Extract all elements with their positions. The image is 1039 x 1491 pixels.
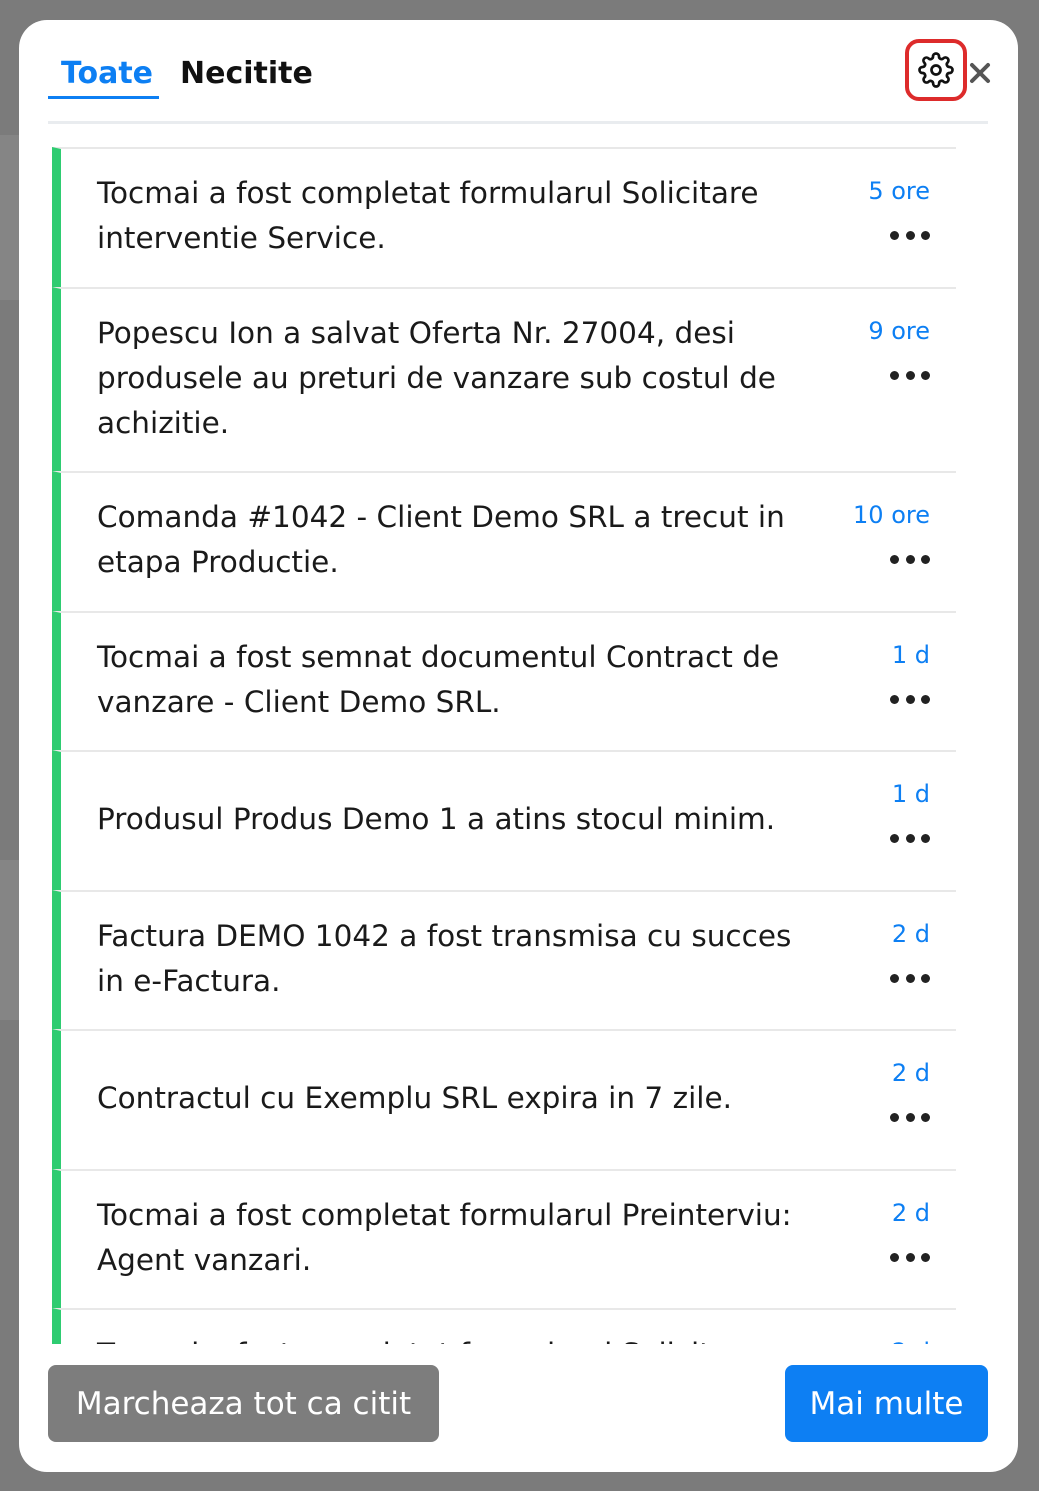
more-dot-icon bbox=[905, 1112, 915, 1122]
notification-time: 2 d bbox=[891, 1199, 930, 1227]
notification-text: Popescu Ion a salvat Oferta Nr. 27004, d… bbox=[97, 316, 776, 440]
more-dot-icon bbox=[905, 1252, 915, 1262]
more-dot-icon bbox=[890, 973, 899, 983]
gear-icon bbox=[918, 52, 954, 88]
more-options-button[interactable] bbox=[890, 227, 930, 243]
more-options-button[interactable] bbox=[890, 367, 930, 383]
notification-item[interactable]: Comanda #1042 - Client Demo SRL a trecut… bbox=[52, 471, 956, 611]
more-dot-icon bbox=[890, 1112, 899, 1122]
more-dot-icon bbox=[921, 973, 930, 983]
more-dot-icon bbox=[921, 1252, 930, 1262]
notification-text: Factura DEMO 1042 a fost transmisa cu su… bbox=[97, 919, 792, 998]
more-dot-icon bbox=[921, 370, 930, 380]
more-dot-icon bbox=[921, 833, 930, 843]
more-dot-icon bbox=[890, 370, 899, 380]
background-panel bbox=[0, 860, 20, 1020]
notification-item[interactable]: Popescu Ion a salvat Oferta Nr. 27004, d… bbox=[52, 287, 956, 471]
more-dot-icon bbox=[905, 370, 915, 380]
more-dot-icon bbox=[921, 230, 930, 240]
more-dot-icon bbox=[921, 1112, 930, 1122]
notifications-modal: Toate Necitite Tocmai a fost completat f… bbox=[19, 20, 1018, 1472]
more-dot-icon bbox=[905, 833, 915, 843]
mark-all-read-button[interactable]: Marcheaza tot ca citit bbox=[48, 1365, 439, 1442]
notification-text: Contractul cu Exemplu SRL expira in 7 zi… bbox=[97, 1081, 732, 1115]
notification-item[interactable]: Factura DEMO 1042 a fost transmisa cu su… bbox=[52, 890, 956, 1029]
more-dot-icon bbox=[890, 694, 899, 704]
notification-item[interactable]: Tocmai a fost completat formularul Solic… bbox=[52, 1308, 956, 1344]
more-dot-icon bbox=[890, 554, 899, 564]
notification-time: 5 ore bbox=[868, 177, 930, 205]
more-dot-icon bbox=[890, 833, 899, 843]
notification-text: Produsul Produs Demo 1 a atins stocul mi… bbox=[97, 802, 776, 836]
tab-unread[interactable]: Necitite bbox=[180, 56, 313, 91]
tab-all[interactable]: Toate bbox=[61, 56, 153, 91]
more-options-button[interactable] bbox=[890, 551, 930, 567]
notification-time: 1 d bbox=[891, 780, 930, 808]
notification-time: 2 d bbox=[892, 1338, 930, 1344]
settings-button[interactable] bbox=[905, 39, 967, 101]
tab-bar: Toate Necitite bbox=[48, 20, 988, 124]
notification-text: Comanda #1042 - Client Demo SRL a trecut… bbox=[97, 500, 785, 579]
more-dot-icon bbox=[905, 230, 915, 240]
notification-time: 10 ore bbox=[853, 501, 930, 529]
notification-text: Tocmai a fost completat formularul Solic… bbox=[97, 176, 759, 255]
active-tab-indicator bbox=[48, 96, 159, 99]
notification-time: 1 d bbox=[891, 641, 930, 669]
more-options-button[interactable] bbox=[890, 830, 930, 846]
notification-text: Tocmai a fost completat formularul Prein… bbox=[97, 1198, 792, 1277]
notification-text: Tocmai a fost completat formularul Solic… bbox=[97, 1332, 817, 1344]
more-dot-icon bbox=[905, 973, 915, 983]
more-dot-icon bbox=[905, 554, 915, 564]
more-dot-icon bbox=[921, 554, 930, 564]
notification-time: 2 d bbox=[891, 1059, 930, 1087]
more-options-button[interactable] bbox=[890, 970, 930, 986]
background-panel bbox=[0, 135, 20, 300]
more-dot-icon bbox=[905, 694, 915, 704]
more-options-button[interactable] bbox=[890, 1249, 930, 1265]
more-button[interactable]: Mai multe bbox=[785, 1365, 988, 1442]
more-dot-icon bbox=[921, 694, 930, 704]
close-icon bbox=[970, 63, 990, 83]
more-options-button[interactable] bbox=[890, 1109, 930, 1125]
notification-text: Tocmai a fost semnat documentul Contract… bbox=[97, 640, 780, 719]
more-dot-icon bbox=[890, 1252, 899, 1262]
notification-time: 2 d bbox=[891, 920, 930, 948]
close-button[interactable] bbox=[963, 56, 997, 90]
more-dot-icon bbox=[890, 230, 899, 240]
notification-item[interactable]: Tocmai a fost semnat documentul Contract… bbox=[52, 611, 956, 750]
notification-item[interactable]: Contractul cu Exemplu SRL expira in 7 zi… bbox=[52, 1029, 956, 1169]
notification-time: 9 ore bbox=[868, 317, 930, 345]
notification-item[interactable]: Tocmai a fost completat formularul Solic… bbox=[52, 147, 956, 287]
notification-item[interactable]: Tocmai a fost completat formularul Prein… bbox=[52, 1169, 956, 1308]
notification-list[interactable]: Tocmai a fost completat formularul Solic… bbox=[52, 147, 956, 1344]
more-options-button[interactable] bbox=[890, 691, 930, 707]
notification-item[interactable]: Produsul Produs Demo 1 a atins stocul mi… bbox=[52, 750, 956, 890]
